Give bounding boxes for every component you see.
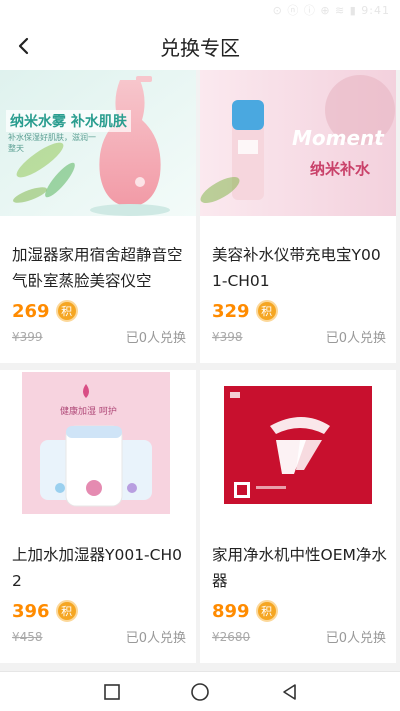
image-subcaption: 补水保湿好肌肤，滋润一整天 <box>8 133 96 153</box>
price-row: 396 积 <box>12 598 78 624</box>
product-name: 家用净水机中性OEM净水器 <box>212 546 387 590</box>
product-card-humidifier[interactable]: 纳米水雾 补水肌肤 补水保湿好肌肤，滋润一整天 加湿器家用宿舍超静音空气卧室蒸脸… <box>0 70 196 363</box>
exchange-count: 已0人兑换 <box>125 331 186 346</box>
price-row: 269 积 <box>12 298 78 324</box>
status-bar: ⊙ ⓝ ⓘ ⊕ ≋ ▮ 9:41 <box>0 0 400 20</box>
product-card-beauty-device[interactable]: Moment 纳米补水 美容补水仪带充电宝Y001-CH01 329 积 ¥39… <box>200 70 396 363</box>
system-back-button[interactable] <box>278 680 302 704</box>
triangle-back-icon <box>283 684 296 700</box>
product-name: 上加水加湿器Y001-CH02 <box>12 546 182 590</box>
points-price: 899 <box>212 600 250 622</box>
image-caption: 健康加湿 呵护 <box>60 407 117 417</box>
home-button[interactable] <box>188 680 212 704</box>
product-name: 加湿器家用宿舍超静音空气卧室蒸脸美容仪空 <box>12 246 183 290</box>
circle-icon <box>191 683 209 701</box>
product-name: 美容补水仪带充电宝Y001-CH01 <box>212 246 381 290</box>
price-row: 329 积 <box>212 298 278 324</box>
exchange-count: 已0人兑换 <box>125 631 186 646</box>
product-card-water-purifier[interactable]: 家用净水机中性OEM净水器 899 积 ¥2680 已0人兑换 <box>200 370 396 663</box>
recent-apps-button[interactable] <box>100 680 124 704</box>
original-price: ¥458 <box>12 630 43 644</box>
page-title: 兑换专区 <box>160 36 240 60</box>
exchange-count: 已0人兑换 <box>325 631 386 646</box>
points-price: 269 <box>12 300 50 322</box>
image-caption-en: Moment <box>292 126 384 150</box>
points-badge-icon: 积 <box>255 600 278 622</box>
exchange-count: 已0人兑换 <box>325 331 386 346</box>
image-caption: 纳米补水 <box>310 160 371 178</box>
original-price: ¥399 <box>12 330 43 344</box>
original-price: ¥2680 <box>212 630 251 644</box>
product-grid: 纳米水雾 补水肌肤 补水保湿好肌肤，滋润一整天 加湿器家用宿舍超静音空气卧室蒸脸… <box>0 70 400 670</box>
status-icons: ⊙ ⓝ ⓘ ⊕ ≋ ▮ 9:41 <box>272 4 390 17</box>
points-price: 329 <box>212 300 250 322</box>
product-image: 健康加湿 呵护 <box>0 370 196 516</box>
square-icon <box>104 684 120 700</box>
product-image: 纳米水雾 补水肌肤 补水保湿好肌肤，滋润一整天 <box>0 70 196 216</box>
points-price: 396 <box>12 600 50 622</box>
price-row: 899 积 <box>212 598 278 624</box>
points-badge-icon: 积 <box>55 600 78 622</box>
points-badge-icon: 积 <box>55 300 78 322</box>
image-caption: 纳米水雾 补水肌肤 <box>6 110 131 132</box>
points-badge-icon: 积 <box>255 300 278 322</box>
product-image: Moment 纳米补水 <box>200 70 396 216</box>
product-image <box>200 370 396 516</box>
product-card-top-fill-humidifier[interactable]: 健康加湿 呵护 上加水加湿器Y001-CH02 396 积 ¥458 已0人兑换 <box>0 370 196 663</box>
original-price: ¥398 <box>212 330 243 344</box>
header: 兑换专区 <box>0 20 400 70</box>
system-nav-bar <box>0 671 400 711</box>
